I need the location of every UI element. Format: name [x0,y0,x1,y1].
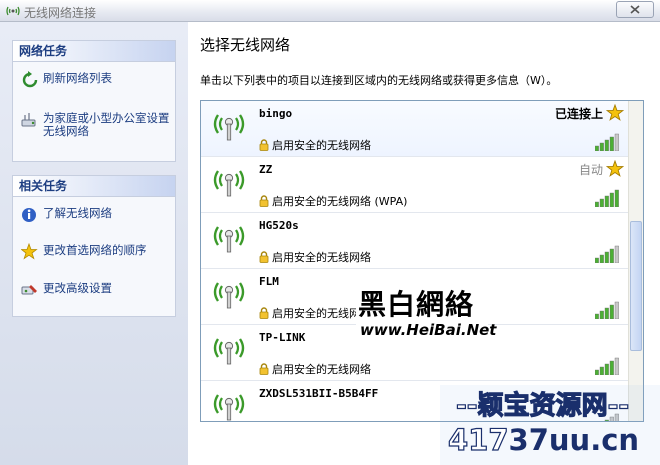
setup-network-icon [21,111,39,129]
close-icon [630,5,640,14]
network-ssid: FLM [259,275,279,288]
task-pane: 网络任务 刷新网络列表 为家庭或小型办公室设置无线网络 相关任务 了解无线网络 … [0,22,188,465]
related-tasks-box: 相关任务 了解无线网络 更改首选网络的顺序 更改高级设置 [12,175,176,317]
lock-icon [259,251,269,266]
site-watermark: --颖宝资源网-- 41737uu.cn [440,385,660,465]
signal-strength-icon [594,245,621,266]
network-security: 启用安全的无线网络 (WPA) [259,193,407,210]
wireless-antenna-icon [211,279,247,312]
network-security: 启用安全的无线网络 [259,137,371,154]
instruction-text: 单击以下列表中的项目以连接到区域内的无线网络或获得更多信息（W）。 [200,74,558,87]
scrollbar[interactable] [628,101,643,421]
network-ssid: ZZ [259,163,273,176]
lock-icon [259,195,269,210]
heibai-watermark-text: 黑白網絡 [358,288,475,321]
star-icon [20,242,39,261]
network-status: 已连接上 [554,107,603,121]
wireless-antenna-icon [211,391,247,421]
setup-home-network-label: 为家庭或小型办公室设置无线网络 [43,111,170,138]
site-watermark-number: 417 [447,422,509,457]
network-security: 启用安全的无线网络 [259,249,371,266]
network-tasks-header: 网络任务 [13,41,175,62]
lock-icon [259,307,269,322]
wireless-antenna-icon [211,111,247,144]
heibai-watermark: 黑白網絡 www.HeiBai.Net [356,283,496,341]
settings-icon [21,281,39,299]
info-icon [21,206,39,224]
learn-wireless-label: 了解无线网络 [43,206,112,220]
network-security-text: 启用安全的无线网络 (WPA) [272,195,408,208]
network-security-text: 启用安全的无线网络 [272,251,371,264]
page-title: 选择无线网络 [200,36,291,54]
network-ssid: TP-LINK [259,331,306,344]
close-button[interactable] [616,1,654,18]
site-watermark-line1: --颖宝资源网-- [455,390,630,421]
signal-strength-icon [594,189,621,210]
network-ssid: HG520s [259,219,299,232]
scrollbar-thumb[interactable] [630,221,642,351]
network-ssid: ZXDSL531BII-B5B4FF [259,387,379,400]
network-list[interactable]: bingo 启用安全的无线网络 已连接上 ZZ 启用安全的无线网络 (WPA) 自动 HG5… [200,100,644,422]
signal-strength-icon [594,301,621,322]
lock-icon [259,363,269,378]
network-status: 自动 [578,163,603,177]
refresh-network-list-label: 刷新网络列表 [43,71,112,85]
change-advanced-settings-label: 更改高级设置 [43,281,112,295]
change-preferred-order-label: 更改首选网络的顺序 [43,243,147,257]
network-security: 启用安全的无线网络 [259,305,371,322]
network-item[interactable]: ZZ 启用安全的无线网络 (WPA) 自动 [201,157,629,213]
network-tasks-box: 网络任务 刷新网络列表 为家庭或小型办公室设置无线网络 [12,40,176,162]
wireless-icon [5,4,21,21]
network-security: 启用安全的无线网络 [259,361,371,378]
network-ssid: bingo [259,107,293,120]
wireless-antenna-icon [211,167,247,200]
window-title: 无线网络连接 [24,6,97,20]
refresh-icon [21,71,39,89]
wireless-antenna-icon [211,335,247,368]
site-watermark-line2: 41737uu.cn [447,422,640,457]
network-security-text: 启用安全的无线网络 [272,139,371,152]
signal-strength-icon [594,133,621,154]
network-security-text: 启用安全的无线网络 [272,363,371,376]
preferred-star-icon [605,103,625,125]
wireless-antenna-icon [211,223,247,256]
lock-icon [259,139,269,154]
title-bar[interactable]: 无线网络连接 [0,0,660,22]
network-item[interactable]: HG520s 启用安全的无线网络 [201,213,629,269]
preferred-star-icon [605,159,625,181]
network-item[interactable]: bingo 启用安全的无线网络 已连接上 [201,101,629,157]
heibai-watermark-url: www.HeiBai.Net [360,321,497,339]
related-tasks-header: 相关任务 [13,176,175,197]
signal-strength-icon [594,357,621,378]
site-watermark-domain: 37uu.cn [508,423,640,457]
